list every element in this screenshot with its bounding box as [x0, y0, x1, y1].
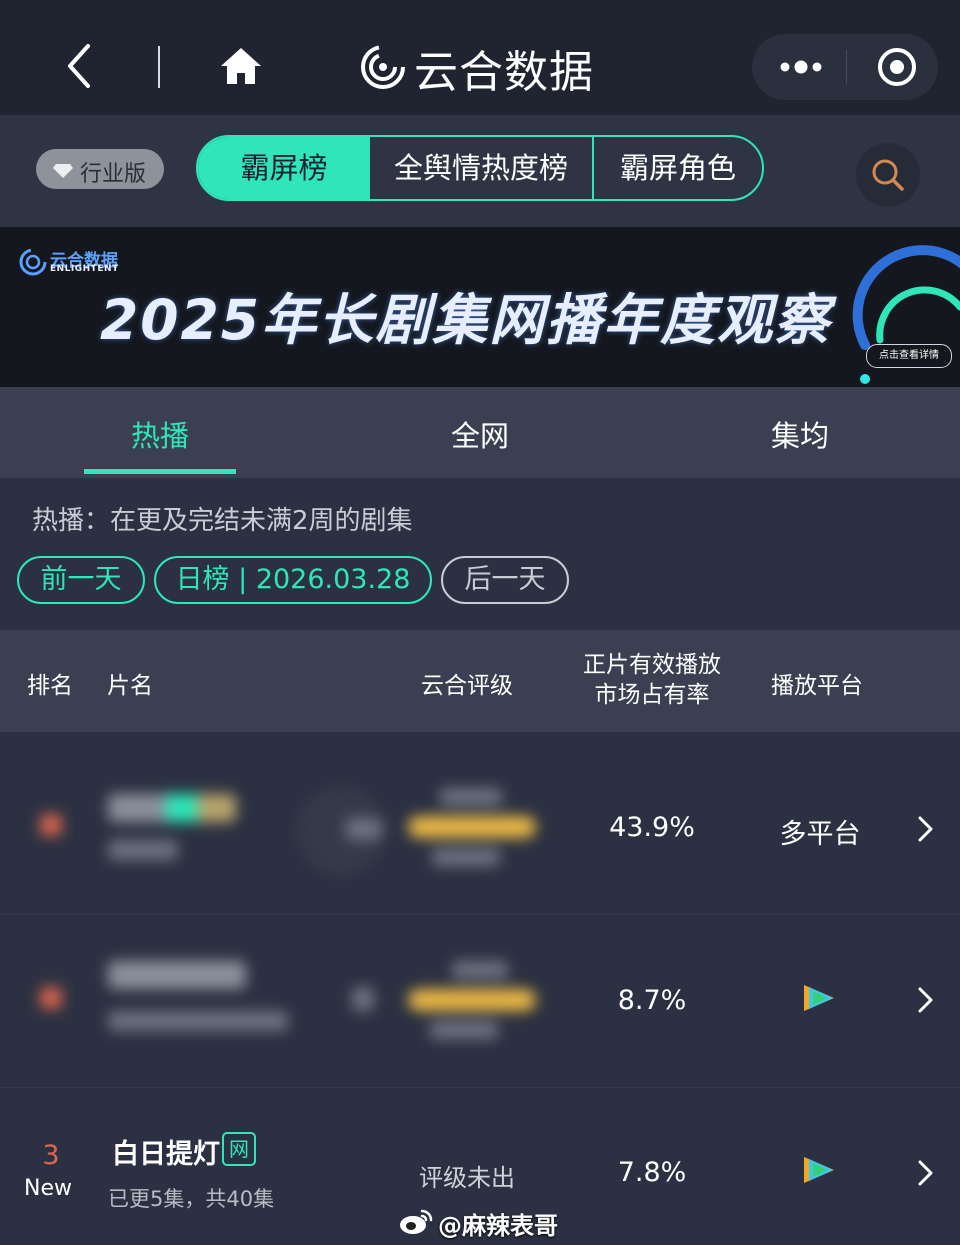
- chevron-right-icon[interactable]: [912, 985, 938, 1015]
- episode-progress: 已更5集，共40集: [108, 1187, 275, 1211]
- segment-screen-roles[interactable]: 霸屏角色: [594, 137, 762, 199]
- ranking-type-segmented-control: 霸屏榜 全舆情热度榜 霸屏角色: [196, 135, 764, 201]
- banner-logo-icon: [19, 248, 47, 276]
- industry-edition-badge[interactable]: 行业版: [36, 149, 164, 189]
- rating-status: 评级未出: [419, 1164, 515, 1192]
- tencent-video-icon: [804, 1157, 834, 1183]
- more-icon[interactable]: [776, 52, 826, 82]
- rank-number: 3: [42, 1140, 60, 1171]
- banner-title: 2025年长剧集网播年度观察: [100, 288, 832, 352]
- banner-detail-button[interactable]: 点击查看详情: [866, 344, 952, 368]
- date-selector[interactable]: 日榜 | 2026.03.28: [154, 556, 432, 604]
- search-button[interactable]: [856, 143, 920, 207]
- chevron-right-icon[interactable]: [912, 814, 938, 844]
- platform-label: 多平台: [779, 819, 861, 850]
- segment-screen-ranking[interactable]: 霸屏榜: [198, 137, 370, 199]
- table-row[interactable]: ■ 43.9% 多平台: [0, 742, 960, 914]
- header-rating: 云合评级: [421, 673, 513, 699]
- header-share: 正片有效播放市场占有率: [583, 652, 721, 708]
- drama-title[interactable]: 白日提灯: [112, 1132, 220, 1171]
- table-row[interactable]: ■ 8.7%: [0, 915, 960, 1087]
- header-platform: 播放平台: [771, 673, 863, 699]
- tencent-video-icon: [804, 985, 834, 1011]
- back-icon[interactable]: [62, 40, 98, 92]
- yunhe-logo-icon: [361, 45, 405, 89]
- tab-all-network[interactable]: 全网: [320, 413, 640, 455]
- table-header: 排名 片名 云合评级 正片有效播放市场占有率 播放平台: [0, 630, 960, 732]
- weibo-icon: [400, 1209, 433, 1234]
- chevron-right-icon[interactable]: [912, 1158, 938, 1188]
- banner-brand-en: ENLIGHTENT: [50, 264, 119, 274]
- app-title: 云合数据: [414, 47, 594, 98]
- search-icon: [872, 159, 904, 191]
- next-day-button[interactable]: 后一天: [441, 556, 569, 604]
- watermark-text: @麻辣表哥: [438, 1212, 558, 1240]
- ranking-description: 热播：在更及完结未满2周的剧集: [32, 506, 413, 536]
- nav-divider: [158, 46, 160, 88]
- share-value: 43.9%: [609, 812, 695, 843]
- diamond-icon: [53, 164, 73, 178]
- promo-banner[interactable]: 云合数据 ENLIGHTENT 2025年长剧集网播年度观察 点击查看详情: [0, 227, 960, 387]
- web-drama-badge: 网: [222, 1132, 256, 1166]
- top-nav-bar: 云合数据: [0, 0, 960, 115]
- filter-row: 行业版 霸屏榜 全舆情热度榜 霸屏角色: [0, 115, 960, 227]
- header-rank: 排名: [27, 673, 73, 699]
- share-value: 8.7%: [617, 985, 687, 1016]
- prev-day-button[interactable]: 前一天: [17, 556, 145, 604]
- active-tab-indicator: [84, 469, 236, 474]
- mini-program-capsule: [752, 34, 938, 100]
- header-name: 片名: [107, 673, 153, 699]
- ranking-tabs: 热播 全网 集均: [0, 387, 960, 478]
- segment-sentiment-heat-ranking[interactable]: 全舆情热度榜: [370, 137, 594, 199]
- share-value: 7.8%: [617, 1157, 687, 1188]
- close-target-icon[interactable]: [876, 46, 918, 88]
- capsule-divider: [846, 50, 847, 84]
- tab-episode-average[interactable]: 集均: [640, 413, 960, 455]
- new-tag: New: [24, 1176, 72, 1201]
- home-icon[interactable]: [218, 44, 264, 88]
- tab-hot[interactable]: 热播: [0, 413, 320, 455]
- industry-edition-label: 行业版: [80, 162, 147, 187]
